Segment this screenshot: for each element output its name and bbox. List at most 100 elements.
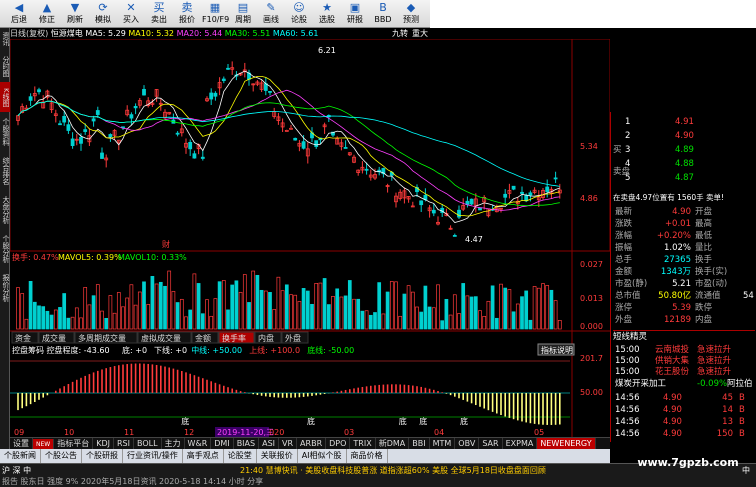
toolbar-button-label: 选股 xyxy=(319,15,335,24)
candle-body xyxy=(343,147,348,149)
toolbar-button-2[interactable]: ▼ 刷新 xyxy=(62,1,88,27)
volume-bar xyxy=(154,283,159,330)
toolbar-button-5[interactable]: 买卖出 xyxy=(146,1,172,27)
toolbar-button-12[interactable]: ▣ 研报 xyxy=(342,1,368,27)
left-tab-7[interactable]: 报价分析 xyxy=(0,269,10,307)
indicator-tab-3[interactable]: KDJ xyxy=(93,438,114,449)
volume-bar xyxy=(511,311,516,330)
volume-bar xyxy=(234,280,239,330)
candle-body xyxy=(553,177,558,180)
toolbar-button-3[interactable]: ⟳ 模拟 xyxy=(90,1,116,27)
volume-bar xyxy=(171,291,176,330)
ma-line xyxy=(17,76,560,217)
sub-tab-label: 虚拟成交量 xyxy=(141,333,181,343)
indicator-tab-14[interactable]: TRIX xyxy=(350,438,376,449)
indicator-tab-4[interactable]: RSI xyxy=(114,438,134,449)
jiuzhuan-label[interactable]: 九转 xyxy=(392,28,408,39)
indicator-tab-20[interactable]: EXPMA xyxy=(503,438,538,449)
indicator-tab-15[interactable]: 新DMA xyxy=(376,438,410,449)
news-header[interactable]: 短线精灵 xyxy=(613,330,755,342)
indicator-tab-11[interactable]: VR xyxy=(279,438,298,449)
indicator-tab-13[interactable]: DPO xyxy=(326,438,351,449)
stop-icon: ✕ xyxy=(126,1,136,14)
indicator-tab-9[interactable]: BIAS xyxy=(234,438,260,449)
left-tab-2[interactable]: K线图 xyxy=(0,82,10,112)
candle-body xyxy=(108,134,113,138)
indicator-tab-2[interactable]: 指标平台 xyxy=(54,438,94,449)
toolbar-blank-area xyxy=(430,0,756,28)
toolbar-button-7[interactable]: ▦ F10/F9 xyxy=(202,1,229,27)
func-tab-5[interactable]: 论股堂 xyxy=(224,449,257,463)
toolbar-button-1[interactable]: ▲ 修正 xyxy=(34,1,60,27)
toolbar-button-14[interactable]: ◆ 预测 xyxy=(398,1,424,27)
book-level: 3 xyxy=(625,145,631,155)
market-switch[interactable]: 沪 深 中 xyxy=(2,465,31,476)
indicator-tab-8[interactable]: DMI xyxy=(211,438,234,449)
tick-direction: B xyxy=(739,417,745,427)
bottom-marker: 底 xyxy=(307,416,315,426)
toolbar-button-6[interactable]: 卖报价 xyxy=(174,1,200,27)
indicator-tab-18[interactable]: OBV xyxy=(455,438,480,449)
pencil-icon: ✎ xyxy=(266,1,276,14)
ma10-value: MA10: 5.32 xyxy=(128,29,175,38)
indicator-tab-17[interactable]: MTM xyxy=(430,438,456,449)
toolbar-button-13[interactable]: B BBD xyxy=(370,1,396,27)
volume-bar xyxy=(221,280,226,330)
func-tab-3[interactable]: 行业资讯/操作 xyxy=(123,449,183,463)
func-tab-0[interactable]: 个股新闻 xyxy=(0,449,41,463)
func-tab-7[interactable]: AI相似个股 xyxy=(298,449,347,463)
toolbar-button-label: 周期 xyxy=(235,15,251,24)
func-tab-2[interactable]: 个股研报 xyxy=(82,449,123,463)
tick-price: 4.90 xyxy=(663,405,682,415)
buy-icon: 买 xyxy=(153,1,165,14)
volume-bar xyxy=(385,291,390,330)
quote-panel: 1 4.91 2 4.90 3 4.89 4 4.88 5 4.87 买卖盘 在卖盘4.97位置有 1… xyxy=(610,112,756,442)
func-tab-1[interactable]: 个股公告 xyxy=(41,449,82,463)
volume-bar xyxy=(507,289,512,330)
indicator-tab-6[interactable]: 主力 xyxy=(162,438,185,449)
indicator-tab-12[interactable]: ARBR xyxy=(297,438,327,449)
volume-bar xyxy=(32,301,37,330)
volume-bar xyxy=(326,304,331,330)
volume-bar xyxy=(415,306,419,330)
period-label[interactable]: 日线(复权) xyxy=(10,29,48,38)
indicator-tab-10[interactable]: ASI xyxy=(259,438,280,449)
zhongda-label[interactable]: 重大 xyxy=(412,28,428,39)
func-tab-8[interactable]: 商品价格 xyxy=(347,449,388,463)
toolbar-button-label: 修正 xyxy=(39,15,55,24)
func-tab-4[interactable]: 高手观点 xyxy=(183,449,224,463)
toolbar-button-4[interactable]: ✕ 买入 xyxy=(118,1,144,27)
news-time: 15:00 xyxy=(615,367,640,377)
indicator-tab-7[interactable]: W&R xyxy=(185,438,212,449)
news-ticker[interactable]: 21:40 慧博快讯 · 美股收盘科技股普涨 道指涨超60% 美股 全球5月18… xyxy=(240,465,546,476)
indicator-tab-5[interactable]: BOLL xyxy=(134,438,162,449)
left-tab-4[interactable]: 综合排名 xyxy=(0,152,10,190)
sector-name[interactable]: 煤炭开采加工 xyxy=(615,378,666,390)
left-tab-1[interactable]: 分时图 xyxy=(0,51,10,81)
candle-body xyxy=(213,92,218,97)
left-tab-0[interactable]: 资讯 xyxy=(0,28,10,50)
indicator-tab-19[interactable]: SAR xyxy=(479,438,503,449)
candle-body xyxy=(79,136,83,144)
left-tab-3[interactable]: 个股资料 xyxy=(0,113,10,151)
indicator-tab-0[interactable]: 设置 xyxy=(10,438,33,449)
volume-bar xyxy=(184,316,188,330)
left-tab-5[interactable]: 大盘分析 xyxy=(0,191,10,229)
func-tab-6[interactable]: 关联报价 xyxy=(257,449,298,463)
news-stock[interactable]: 花王股份 xyxy=(655,366,689,378)
toolbar-button-0[interactable]: ◀ 后退 xyxy=(6,1,32,27)
toolbar-button-8[interactable]: ▤ 周期 xyxy=(230,1,256,27)
tick-price: 4.90 xyxy=(663,393,682,403)
indicator-tab-21[interactable]: NEWENERGY xyxy=(537,438,596,449)
volume-bar xyxy=(16,287,20,330)
candle-body xyxy=(83,129,88,132)
toolbar-button-10[interactable]: ☺ 论股 xyxy=(286,1,312,27)
toolbar-button-9[interactable]: ✎ 画线 xyxy=(258,1,284,27)
sector-more[interactable]: 阿拉伯 xyxy=(727,378,753,390)
volume-bar xyxy=(352,298,356,330)
kline-chart-area[interactable]: 5.34 4.86 6.21 4.47 财换手: 0.47% MAVOL5: 0.39%M… xyxy=(10,39,610,441)
indicator-tab-16[interactable]: BBI xyxy=(409,438,430,449)
indicator-axis-label: 50.00 xyxy=(580,388,603,397)
left-tab-6[interactable]: 个股分析 xyxy=(0,230,10,268)
toolbar-button-11[interactable]: ★ 选股 xyxy=(314,1,340,27)
